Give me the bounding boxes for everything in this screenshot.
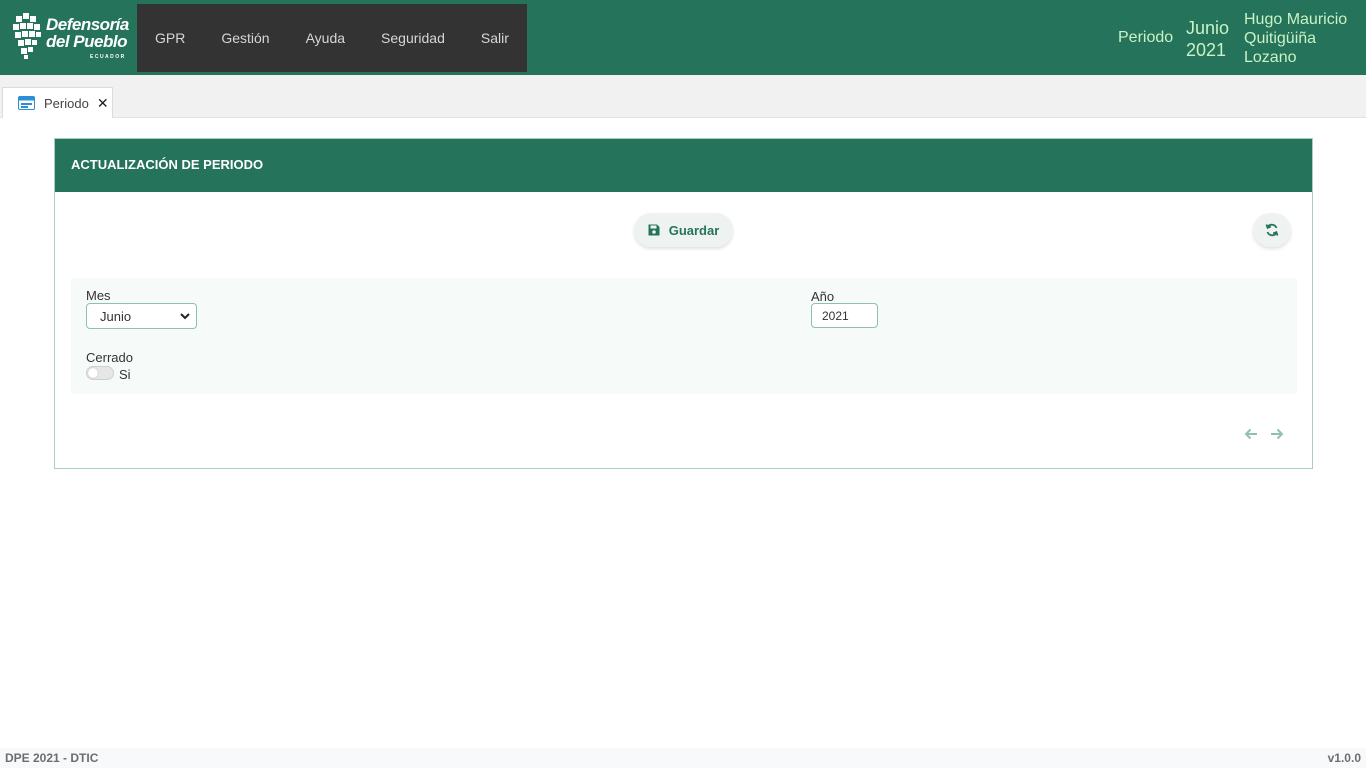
refresh-icon xyxy=(1265,223,1279,237)
menu-item-seguridad[interactable]: Seguridad xyxy=(363,30,463,46)
current-period-label: Periodo xyxy=(1118,29,1174,46)
arrow-left-icon[interactable] xyxy=(1244,427,1258,441)
cerrado-label: Cerrado xyxy=(86,350,133,365)
menu-item-salir[interactable]: Salir xyxy=(463,30,527,46)
brand-logo[interactable]: Defensoría del Pueblo ECUADOR xyxy=(10,10,130,65)
app-footer: DPE 2021 - DTIC v1.0.0 xyxy=(0,748,1366,768)
panel-header: ACTUALIZACIÓN DE PERIODO xyxy=(55,139,1312,192)
floppy-disk-icon xyxy=(648,224,660,236)
close-icon[interactable]: ✕ xyxy=(97,95,109,112)
save-button-label: Guardar xyxy=(668,222,720,238)
mes-selected-value: Junio xyxy=(100,308,132,324)
anio-label: Año xyxy=(811,289,835,304)
app-header: Defensoría del Pueblo ECUADOR GPR Gestió… xyxy=(0,0,1366,75)
tab-bar: Periodo ✕ xyxy=(0,75,1366,118)
menu-item-gestion[interactable]: Gestión xyxy=(203,30,287,46)
current-period-month: Junio xyxy=(1186,18,1230,38)
brand-name: Defensoría del Pueblo xyxy=(46,15,129,51)
current-period-value: Junio 2021 xyxy=(1186,17,1229,61)
period-update-panel: ACTUALIZACIÓN DE PERIODO Guardar Mes Jun… xyxy=(54,138,1313,469)
current-period-year: 2021 xyxy=(1186,40,1227,60)
panel-title: ACTUALIZACIÓN DE PERIODO xyxy=(71,157,264,172)
tab-label: Periodo xyxy=(44,95,89,111)
record-navigation xyxy=(1244,427,1284,441)
save-button[interactable]: Guardar xyxy=(634,213,733,247)
chevron-down-icon xyxy=(180,313,190,320)
main-menu: GPR Gestión Ayuda Seguridad Salir xyxy=(137,4,527,72)
toggle-knob xyxy=(88,368,98,378)
period-form: Mes Junio Año 2021 Cerrado Si xyxy=(71,278,1297,394)
cerrado-toggle[interactable] xyxy=(86,366,114,380)
mes-select[interactable]: Junio xyxy=(86,303,197,329)
anio-input[interactable]: 2021 xyxy=(811,303,878,328)
menu-item-gpr[interactable]: GPR xyxy=(137,30,203,46)
menu-item-ayuda[interactable]: Ayuda xyxy=(288,30,363,46)
cerrado-option-label: Si xyxy=(119,367,131,382)
arrow-right-icon[interactable] xyxy=(1270,427,1284,441)
refresh-button[interactable] xyxy=(1253,213,1291,247)
tab-periodo[interactable]: Periodo ✕ xyxy=(2,87,113,118)
footer-credits: DPE 2021 - DTIC xyxy=(5,751,99,765)
ecuador-map-icon xyxy=(13,13,41,59)
calendar-icon xyxy=(18,96,35,110)
app-version: v1.0.0 xyxy=(1327,751,1361,765)
mes-label: Mes xyxy=(86,288,111,303)
user-name: Hugo Mauricio Quitigüiña Lozano xyxy=(1244,11,1348,66)
brand-subtitle: ECUADOR xyxy=(90,54,126,60)
